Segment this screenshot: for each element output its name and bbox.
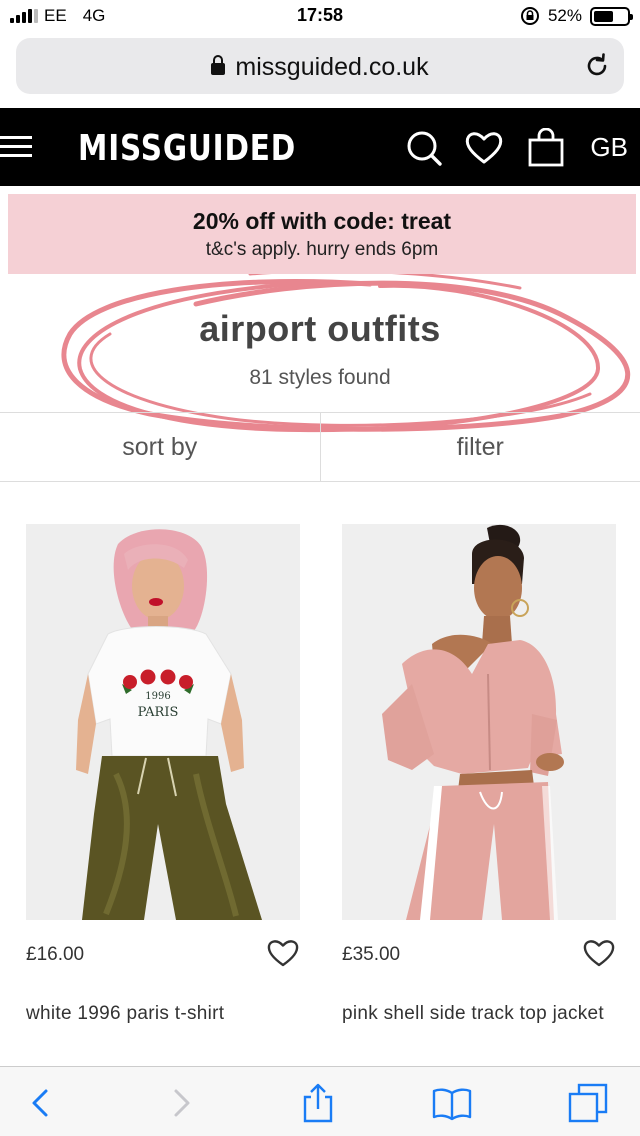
heart-icon[interactable] bbox=[464, 128, 504, 168]
promo-title: 20% off with code: treat bbox=[192, 208, 452, 234]
product-card[interactable]: 1996 PARIS £16.00 white 1996 paris t-shi… bbox=[26, 524, 300, 1024]
search-icon[interactable] bbox=[404, 128, 444, 168]
sort-filter-bar: sort by filter bbox=[0, 412, 640, 482]
bookmarks-icon[interactable] bbox=[432, 1083, 472, 1123]
lock-icon bbox=[211, 55, 226, 75]
promo-subtitle: t&c's apply. hurry ends 6pm bbox=[205, 239, 439, 260]
shirt-print-year: 1996 bbox=[145, 691, 170, 702]
product-card[interactable]: £35.00 pink shell side track top jacket bbox=[342, 524, 616, 1024]
url-display[interactable]: missguided.co.uk bbox=[16, 53, 624, 82]
results-count: 81 styles found bbox=[249, 366, 391, 389]
address-bar[interactable]: missguided.co.uk bbox=[16, 38, 624, 94]
battery-percentage: 52% bbox=[547, 6, 582, 25]
model-photo-tracksuit bbox=[342, 524, 616, 920]
site-logo[interactable]: MISSGUIDED bbox=[78, 128, 296, 169]
reload-icon[interactable] bbox=[582, 51, 612, 81]
product-price: £16.00 bbox=[26, 944, 85, 965]
filter-button[interactable]: filter bbox=[319, 413, 640, 481]
rotation-lock-icon bbox=[520, 7, 539, 25]
status-bar: EE 4G 17:58 52% bbox=[0, 0, 640, 34]
tabs-icon[interactable] bbox=[568, 1083, 608, 1123]
menu-icon[interactable] bbox=[0, 136, 34, 158]
shopping-bag-icon[interactable] bbox=[526, 128, 566, 168]
wishlist-heart-icon[interactable] bbox=[266, 936, 300, 970]
region-selector[interactable]: GB bbox=[590, 132, 628, 163]
product-image[interactable] bbox=[342, 524, 616, 920]
forward-icon[interactable] bbox=[160, 1083, 200, 1123]
browser-address-area: missguided.co.uk bbox=[0, 34, 640, 108]
status-right: 52% bbox=[520, 6, 633, 26]
back-icon[interactable] bbox=[22, 1083, 62, 1123]
promo-banner[interactable]: 20% off with code: treat t&c's apply. hu… bbox=[8, 194, 636, 274]
product-name[interactable]: white 1996 paris t-shirt bbox=[26, 1000, 300, 1028]
page-title: airport outfits bbox=[199, 308, 441, 349]
product-name[interactable]: pink shell side track top jacket bbox=[342, 1000, 616, 1028]
shirt-print-city: PARIS bbox=[138, 705, 179, 720]
model-photo-tshirt: 1996 PARIS bbox=[26, 524, 300, 920]
product-image[interactable]: 1996 PARIS bbox=[26, 524, 300, 920]
share-icon[interactable] bbox=[298, 1083, 338, 1123]
product-price: £35.00 bbox=[342, 944, 401, 965]
site-header: MISSGUIDED GB bbox=[0, 108, 640, 186]
url-text: missguided.co.uk bbox=[235, 53, 429, 81]
browser-toolbar bbox=[0, 1066, 640, 1136]
sort-by-button[interactable]: sort by bbox=[0, 413, 320, 481]
battery-icon bbox=[590, 6, 633, 26]
listing-heading: airport outfits 81 styles found bbox=[0, 274, 640, 433]
wishlist-heart-icon[interactable] bbox=[582, 936, 616, 970]
